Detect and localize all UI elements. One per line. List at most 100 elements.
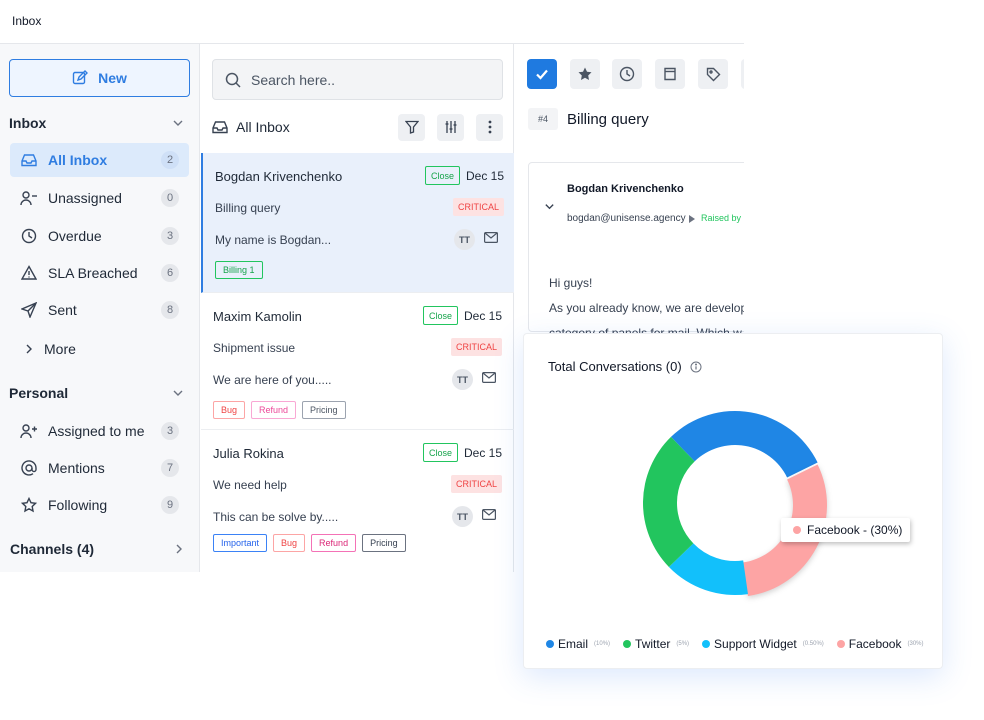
sidebar-item-more[interactable]: More	[10, 332, 189, 366]
sidebar-item-mentions[interactable]: Mentions 7	[10, 451, 189, 485]
total-conversations-card: Total Conversations (0) Facebook - (30%)…	[523, 333, 943, 669]
more-options-button[interactable]	[476, 113, 503, 141]
personal-section-label: Personal	[9, 385, 69, 401]
status-badge: Close	[425, 166, 461, 185]
chevron-down-icon	[173, 120, 183, 126]
caret-right-icon	[689, 215, 695, 223]
count-badge: 7	[161, 459, 179, 477]
legend-swatch	[623, 640, 632, 648]
sidebar-item-following[interactable]: Following 9	[10, 488, 189, 522]
legend-item-facebook[interactable]: Facebook (30%)	[836, 637, 924, 651]
search-icon	[225, 72, 241, 88]
conversation-list: All Inbox Bogdan Krivenchenko Close Dec …	[201, 44, 514, 572]
tag[interactable]: Pricing	[302, 401, 346, 419]
legend-item-support-widget[interactable]: Support Widget (0.50%)	[702, 637, 824, 651]
status-badge: Close	[423, 443, 459, 462]
donut-chart	[643, 411, 827, 597]
edit-icon	[72, 70, 89, 85]
personal-section-header[interactable]: Personal	[9, 385, 184, 401]
at-icon	[21, 460, 37, 476]
donut-slice-email[interactable]	[670, 411, 818, 478]
search-input[interactable]	[251, 71, 481, 88]
sidebar-item-sent[interactable]: Sent 8	[10, 293, 189, 327]
search-box[interactable]	[212, 59, 503, 100]
priority-badge: CRITICAL	[453, 198, 505, 216]
tag-list: Billing 1	[215, 261, 263, 279]
tag-list: Bug Refund Pricing	[213, 401, 346, 419]
legend-item-email[interactable]: Email (10%)	[546, 637, 610, 651]
avatar[interactable]: TT	[452, 369, 473, 390]
conversation-item[interactable]: Bogdan Krivenchenko Close Dec 15 Billing…	[201, 153, 514, 293]
list-title: All Inbox	[236, 119, 290, 135]
legend-swatch	[546, 640, 554, 648]
star-icon	[21, 497, 37, 513]
legend-percent: (10%)	[594, 641, 611, 647]
conversation-date: Dec 15	[464, 446, 503, 460]
tag[interactable]: Billing 1	[215, 261, 263, 279]
chevron-down-icon	[173, 390, 183, 396]
sidebar-item-sla-breached[interactable]: SLA Breached 6	[10, 256, 189, 290]
user-minus-icon	[20, 191, 37, 206]
legend-percent: (0.50%)	[802, 641, 824, 647]
chevron-right-icon	[176, 544, 182, 554]
snooze-button[interactable]	[612, 59, 642, 89]
ticket-title: Billing query	[567, 111, 649, 128]
adjust-button[interactable]	[437, 113, 464, 141]
chevron-right-icon	[26, 344, 32, 354]
donut-slice-twitter[interactable]	[643, 436, 695, 568]
contact-name: Julia Rokina	[213, 446, 284, 461]
chevron-down-icon[interactable]	[544, 201, 555, 212]
note-icon	[664, 67, 676, 81]
tag[interactable]: Important	[213, 534, 268, 552]
resolve-button[interactable]	[527, 59, 557, 89]
conversation-date: Dec 15	[466, 169, 505, 183]
chart-legend: Email (10%) Twitter (5%) Support Widget (0.50…	[546, 637, 924, 651]
count-badge: 8	[161, 301, 179, 319]
sidebar-item-label: Sent	[48, 302, 77, 318]
sidebar-item-overdue[interactable]: Overdue 3	[10, 219, 189, 253]
new-button[interactable]: New	[9, 59, 190, 97]
legend-swatch	[836, 640, 845, 648]
tag[interactable]: Refund	[311, 534, 357, 552]
legend-label: Support Widget	[714, 637, 797, 651]
avatar[interactable]: TT	[454, 229, 475, 250]
sidebar-item-all-inbox[interactable]: All Inbox 2	[10, 143, 189, 177]
tooltip-swatch	[793, 526, 801, 534]
tag[interactable]: Bug	[273, 534, 306, 552]
inbox-section-label: Inbox	[9, 115, 47, 131]
tag[interactable]: Pricing	[362, 534, 406, 552]
mail-icon	[484, 232, 498, 243]
sidebar-item-assigned-to-me[interactable]: Assigned to me 3	[10, 414, 189, 448]
tag-button[interactable]	[698, 59, 728, 89]
conversation-item[interactable]: Julia Rokina Close Dec 15 We need help C…	[201, 430, 514, 572]
warning-icon	[21, 265, 37, 280]
sender-email: bogdan@unisense.agency	[567, 213, 686, 224]
legend-percent: (30%)	[907, 641, 924, 647]
tag[interactable]: Refund	[251, 401, 297, 419]
note-button[interactable]	[655, 59, 685, 89]
sender-name: Bogdan Krivenchenko	[567, 183, 684, 195]
tag-list: Important Bug Refund Pricing	[213, 534, 406, 552]
conversation-item[interactable]: Maxim Kamolin Close Dec 15 Shipment issu…	[201, 293, 514, 430]
chart-tooltip: Facebook - (30%)	[781, 518, 911, 542]
more-actions-button[interactable]	[741, 59, 744, 89]
channels-section-header[interactable]: Channels (4)	[10, 541, 185, 557]
sidebar-item-label: Mentions	[48, 460, 105, 476]
inbox-icon	[21, 154, 37, 167]
inbox-section-header[interactable]: Inbox	[9, 115, 184, 131]
legend-label: Email	[558, 637, 589, 651]
star-button[interactable]	[570, 59, 600, 89]
conversation-subject: Billing query	[215, 201, 281, 215]
priority-badge: CRITICAL	[451, 475, 503, 493]
app-window: Inbox New Inbox All Inbox 2 Unassigned 0…	[0, 0, 984, 720]
sidebar-item-label: SLA Breached	[48, 265, 138, 281]
mail-icon	[482, 509, 496, 520]
new-button-label: New	[98, 70, 127, 86]
message-preview: My name is Bogdan...	[215, 233, 332, 247]
top-bar: Inbox	[0, 0, 744, 44]
filter-button[interactable]	[398, 113, 425, 141]
avatar[interactable]: TT	[452, 506, 473, 527]
sidebar-item-unassigned[interactable]: Unassigned 0	[10, 181, 189, 215]
tag[interactable]: Bug	[213, 401, 246, 419]
legend-item-twitter[interactable]: Twitter (5%)	[623, 637, 689, 651]
